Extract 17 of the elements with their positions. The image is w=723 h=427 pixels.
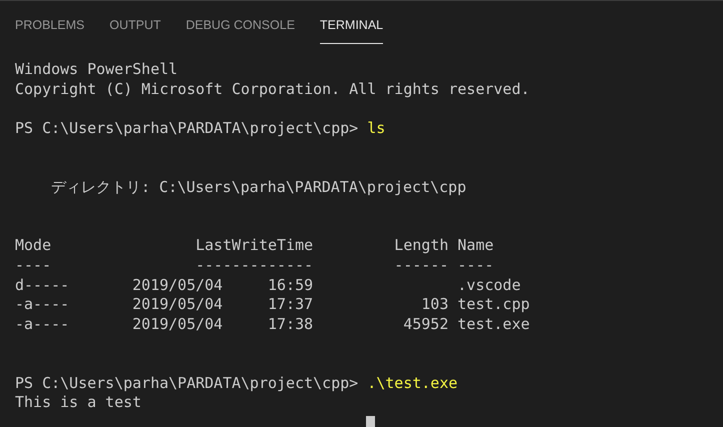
terminal-line: Windows PowerShell: [15, 60, 178, 80]
terminal-line: This is a test: [15, 393, 142, 413]
terminal-prompt: PS C:\Users\parha\PARDATA\project\cpp>: [15, 374, 360, 394]
terminal-prompt: PS C:\Users\parha\PARDATA\project\cpp>: [15, 118, 360, 138]
terminal-line: -a---- 2019/05/04 17:37 103 test.cpp: [15, 295, 530, 315]
terminal-line: Copyright (C) Microsoft Corporation. All rights reserved.: [15, 80, 530, 100]
terminal-line: ---- ------------- ------ ----: [15, 256, 494, 276]
terminal-line: -a---- 2019/05/04 17:38 45952 test.exe: [15, 314, 530, 334]
terminal-line: d----- 2019/05/04 16:59 .vscode: [15, 276, 521, 296]
panel-tab[interactable]: PROBLEMS: [15, 15, 84, 44]
panel-tab[interactable]: TERMINAL: [320, 15, 384, 44]
terminal-line: ディレクトリ: C:\Users\parha\PARDATA\project\cpp: [50, 178, 466, 198]
terminal-command: .\test.exe: [367, 374, 458, 394]
panel-tab[interactable]: OUTPUT: [109, 15, 161, 44]
panel-tab[interactable]: DEBUG CONSOLE: [186, 15, 295, 44]
terminal-line: Mode LastWriteTime Length Name: [15, 236, 494, 256]
terminal-command: ls: [367, 118, 386, 138]
